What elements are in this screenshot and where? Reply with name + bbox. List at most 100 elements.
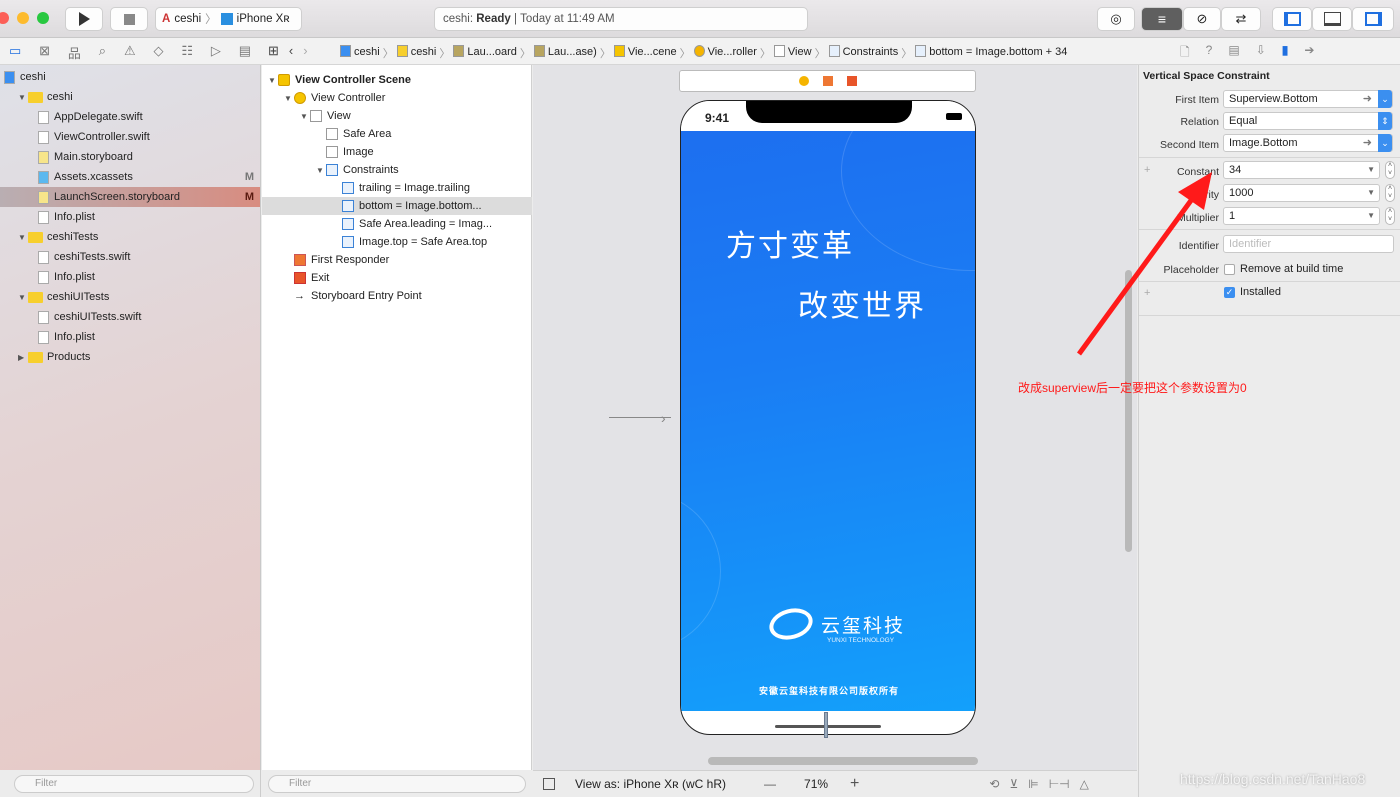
outline-item[interactable]: Image.top = Safe Area.top: [262, 233, 532, 251]
navigator-item[interactable]: ceshiUITests.swift: [0, 307, 260, 327]
debug-icon[interactable]: ☷: [181, 43, 193, 62]
outline-item[interactable]: trailing = Image.trailing: [262, 179, 532, 197]
version-editor-button[interactable]: ⇄: [1221, 7, 1261, 31]
outline-item[interactable]: → Storyboard Entry Point: [262, 287, 532, 305]
add-constraints-icon[interactable]: ⊢⊣: [1049, 777, 1070, 791]
zoom-out-button[interactable]: —: [764, 777, 776, 791]
standard-editor-button[interactable]: ≡: [1141, 7, 1183, 31]
resolve-issues-icon[interactable]: △: [1080, 777, 1089, 791]
back-icon[interactable]: ‹: [289, 43, 293, 59]
outline-item[interactable]: Safe Area.leading = Imag...: [262, 215, 532, 233]
symbol-navigator-icon[interactable]: 品: [68, 43, 81, 62]
remove-at-build-checkbox[interactable]: [1224, 264, 1235, 275]
storyboard-canvas[interactable]: › 方寸变革 改变世界 云玺科技 YUNXI TECHNOLOGY 安徽云玺科技…: [533, 65, 1137, 770]
outline-item[interactable]: First Responder: [262, 251, 532, 269]
jump-bar-item[interactable]: Lau...oard: [453, 45, 517, 61]
navigator-item[interactable]: Main.storyboard: [0, 147, 260, 167]
outline-item[interactable]: ▼ View: [262, 107, 532, 125]
report-icon[interactable]: ▤: [239, 43, 251, 62]
project-navigator-icon[interactable]: ▭: [9, 43, 21, 62]
outline-item[interactable]: ▼ Constraints: [262, 161, 532, 179]
first-item-select[interactable]: Superview.Bottom ➜ ⌄: [1223, 90, 1393, 108]
toggle-debug-button[interactable]: [1312, 7, 1352, 31]
disclosure-triangle-icon[interactable]: ▼: [284, 94, 294, 103]
constant-stepper[interactable]: ˄ ˅: [1385, 161, 1395, 179]
disclosure-triangle-icon[interactable]: ▶: [18, 353, 28, 362]
constraint-i-beam[interactable]: [824, 712, 828, 738]
navigator-item[interactable]: Info.plist: [0, 327, 260, 347]
related-items-icon[interactable]: ⊞: [268, 43, 279, 59]
view-controller-icon[interactable]: [798, 76, 809, 86]
navigator-filter-input[interactable]: Filter: [14, 775, 254, 793]
run-button[interactable]: [65, 7, 103, 31]
navigator-item[interactable]: ▼ ceshiUITests: [0, 287, 260, 307]
navigator-item[interactable]: ▼ ceshiTests: [0, 227, 260, 247]
multiplier-stepper[interactable]: ˄ ˅: [1385, 207, 1395, 225]
go-icon[interactable]: ➜: [1363, 91, 1372, 107]
outline-item[interactable]: bottom = Image.bottom...: [262, 197, 532, 215]
jump-bar-item[interactable]: ceshi: [340, 45, 380, 61]
first-responder-icon[interactable]: [822, 76, 833, 86]
toggle-outline-icon[interactable]: [543, 778, 555, 790]
disclosure-triangle-icon[interactable]: ▼: [316, 166, 326, 175]
second-item-select[interactable]: Image.Bottom ➜ ⌄: [1223, 134, 1393, 152]
attributes-inspector-icon[interactable]: ⇩: [1256, 43, 1266, 64]
warning-icon[interactable]: ⚠: [124, 43, 136, 62]
identifier-field[interactable]: Identifier: [1223, 235, 1394, 253]
disclosure-triangle-icon[interactable]: ▼: [18, 233, 28, 242]
outline-item[interactable]: Safe Area: [262, 125, 532, 143]
exit-icon[interactable]: [846, 76, 857, 86]
jump-bar-item[interactable]: ceshi: [396, 45, 436, 61]
navigator-item[interactable]: LaunchScreen.storyboard M: [0, 187, 260, 207]
toggle-navigator-button[interactable]: [1272, 7, 1312, 31]
size-inspector-icon[interactable]: ▮: [1282, 43, 1289, 64]
chevron-down-icon[interactable]: ⌄: [1378, 90, 1392, 108]
scheme-selector[interactable]: A ceshi 〉 iPhone Xʀ: [155, 7, 302, 31]
navigator-item[interactable]: ViewController.swift: [0, 127, 260, 147]
launch-image[interactable]: 方寸变革 改变世界 云玺科技 YUNXI TECHNOLOGY 安徽云玺科技有限…: [681, 101, 975, 711]
outline-item[interactable]: ▼ View Controller Scene: [262, 71, 532, 89]
minimize-window-button[interactable]: [17, 12, 29, 24]
outline-item[interactable]: Exit: [262, 269, 532, 287]
relation-select[interactable]: Equal ⇕: [1223, 112, 1393, 130]
priority-stepper[interactable]: ˄ ˅: [1385, 184, 1395, 202]
disclosure-triangle-icon[interactable]: ▼: [18, 93, 28, 102]
toggle-inspector-button[interactable]: [1352, 7, 1394, 31]
vertical-scrollbar[interactable]: [1125, 270, 1132, 552]
source-control-icon[interactable]: ⊠: [39, 43, 50, 62]
go-icon[interactable]: ➜: [1363, 135, 1372, 151]
navigator-item[interactable]: AppDelegate.swift: [0, 107, 260, 127]
outline-item[interactable]: ▼ View Controller: [262, 89, 532, 107]
disclosure-triangle-icon[interactable]: ▼: [300, 112, 310, 121]
breakpoint-icon[interactable]: ▷: [211, 43, 221, 62]
jump-bar-item[interactable]: Lau...ase): [533, 45, 597, 61]
disclosure-triangle-icon[interactable]: ▼: [268, 76, 278, 85]
search-icon[interactable]: ⌕: [99, 43, 106, 62]
forward-icon[interactable]: ›: [303, 43, 307, 59]
navigator-item[interactable]: ceshiTests.swift: [0, 247, 260, 267]
outline-item[interactable]: Image: [262, 143, 532, 161]
test-icon[interactable]: ◇: [153, 43, 163, 62]
library-button[interactable]: ◎: [1097, 7, 1135, 31]
connections-inspector-icon[interactable]: ➔: [1304, 43, 1314, 64]
file-inspector-icon[interactable]: 🗋: [1180, 43, 1190, 64]
horizontal-scrollbar[interactable]: [708, 757, 978, 765]
align-icon[interactable]: ⊫: [1028, 777, 1038, 791]
navigator-item[interactable]: ceshi: [0, 67, 260, 87]
view-as-device-button[interactable]: View as: iPhone Xʀ (wC hR): [575, 777, 726, 791]
disclosure-triangle-icon[interactable]: ▼: [18, 293, 28, 302]
navigator-item[interactable]: ▼ ceshi: [0, 87, 260, 107]
navigator-item[interactable]: ▶ Products: [0, 347, 260, 367]
navigator-item[interactable]: Info.plist: [0, 267, 260, 287]
jump-bar-item[interactable]: Vie...cene: [613, 45, 677, 61]
add-variation-icon[interactable]: +: [1144, 287, 1150, 299]
outline-filter-input[interactable]: Filter: [268, 775, 526, 793]
priority-field[interactable]: 1000 ▼: [1223, 184, 1380, 202]
jump-bar-item[interactable]: Vie...roller: [693, 45, 757, 61]
chevron-down-icon[interactable]: ⌄: [1378, 134, 1392, 152]
embed-in-icon[interactable]: ⊻: [1009, 777, 1018, 791]
constant-field[interactable]: 34 ▼: [1223, 161, 1380, 179]
help-icon[interactable]: ?: [1206, 43, 1213, 64]
close-window-button[interactable]: [0, 12, 9, 24]
stop-button[interactable]: [110, 7, 148, 31]
